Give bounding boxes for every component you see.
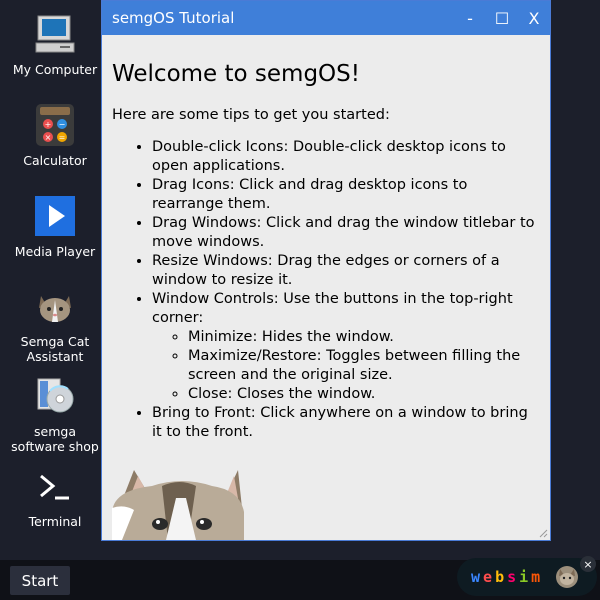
desktop-icon-my-computer[interactable]: My Computer: [10, 12, 100, 77]
tip-item: Drag Windows: Click and drag the window …: [152, 214, 538, 252]
tip-text: Window Controls: Use the buttons in the …: [152, 291, 513, 326]
software-shop-icon: [33, 374, 77, 418]
svg-text:×: ×: [45, 133, 52, 142]
desktop-icon-label: Terminal: [28, 514, 82, 529]
start-button[interactable]: Start: [10, 566, 70, 595]
desktop-icon-semga-software-shop[interactable]: semga software shop: [10, 374, 100, 454]
tips-list: Double-click Icons: Double-click desktop…: [112, 138, 538, 442]
calculator-icon: + − × =: [33, 103, 77, 147]
window-titlebar[interactable]: semgOS Tutorial - ☐ X: [102, 1, 550, 35]
desktop-icon-label: Media Player: [14, 244, 96, 259]
cat-image: [112, 470, 244, 540]
websim-badge[interactable]: websim: [457, 558, 597, 596]
control-item: Close: Closes the window.: [188, 385, 538, 404]
websim-letter: e: [483, 568, 496, 586]
media-player-icon: [33, 194, 77, 238]
terminal-icon: [33, 464, 77, 508]
intro-text: Here are some tips to get you started:: [112, 107, 390, 123]
desktop-icon-semga-cat-assistant[interactable]: Semga Cat Assistant: [10, 284, 100, 364]
tip-item-window-controls: Window Controls: Use the buttons in the …: [152, 290, 538, 404]
websim-letter: b: [495, 568, 508, 586]
minimize-button[interactable]: -: [454, 1, 486, 35]
svg-text:+: +: [45, 120, 52, 129]
svg-text:−: −: [59, 120, 66, 129]
tip-item: Bring to Front: Click anywhere on a wind…: [152, 404, 538, 442]
avatar-icon[interactable]: [555, 565, 579, 589]
cat-icon: [33, 284, 77, 328]
welcome-heading: Welcome to semgOS!: [112, 61, 360, 87]
desktop-icon-label: semga software shop: [11, 424, 99, 454]
maximize-button[interactable]: ☐: [486, 1, 518, 35]
desktop-icon-label: Calculator: [23, 153, 87, 168]
controls-list: Minimize: Hides the window. Maximize/Res…: [152, 328, 538, 404]
websim-letter: m: [531, 568, 544, 586]
websim-letter: i: [519, 568, 532, 586]
window-content: Welcome to semgOS! Here are some tips to…: [102, 35, 550, 442]
svg-text:=: =: [59, 133, 66, 142]
desktop-icon-terminal[interactable]: Terminal: [10, 464, 100, 529]
control-item: Maximize/Restore: Toggles between fillin…: [188, 347, 538, 385]
tip-item: Double-click Icons: Double-click desktop…: [152, 138, 538, 176]
websim-letter: w: [471, 568, 484, 586]
websim-logo: websim: [471, 568, 543, 586]
resize-grip-icon[interactable]: [538, 528, 548, 538]
control-item: Minimize: Hides the window.: [188, 328, 538, 347]
desktop-icon-label: Semga Cat Assistant: [20, 334, 90, 364]
desktop-icon-calculator[interactable]: + − × = Calculator: [10, 103, 100, 168]
tip-item: Resize Windows: Drag the edges or corner…: [152, 252, 538, 290]
close-button[interactable]: X: [518, 1, 550, 35]
computer-icon: [33, 12, 77, 56]
desktop-icon-label: My Computer: [12, 62, 98, 77]
websim-letter: s: [507, 568, 520, 586]
window-title: semgOS Tutorial: [112, 9, 235, 27]
tutorial-window[interactable]: semgOS Tutorial - ☐ X Welcome to semgOS!…: [101, 0, 551, 541]
websim-close-button[interactable]: ×: [580, 556, 596, 572]
desktop-icon-media-player[interactable]: Media Player: [10, 194, 100, 259]
tip-item: Drag Icons: Click and drag desktop icons…: [152, 176, 538, 214]
